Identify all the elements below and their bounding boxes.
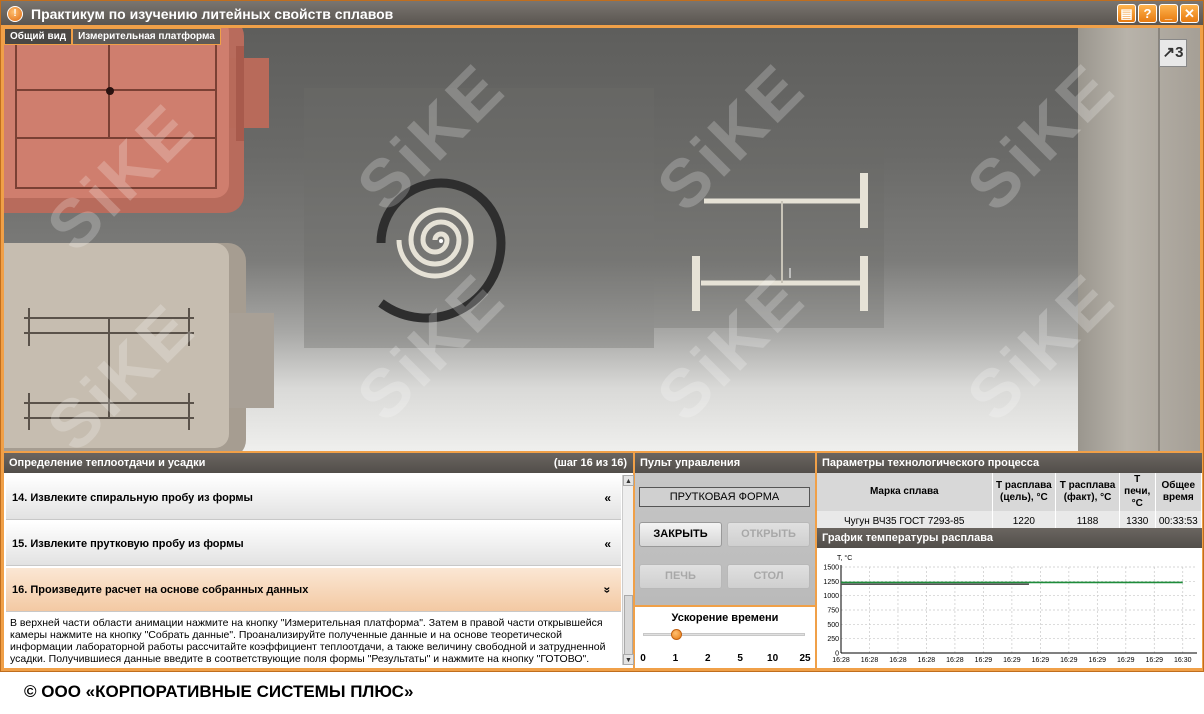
step-counter: (шаг 16 из 16) bbox=[553, 457, 627, 469]
time-acceleration: Ускорение времени 0 1 2 5 10 25 bbox=[635, 605, 815, 668]
speed-tick-label: 5 bbox=[737, 653, 743, 664]
help-icon[interactable]: ? bbox=[1138, 4, 1157, 23]
step-label: 14. Извлеките спиральную пробу из формы bbox=[12, 492, 253, 504]
col-target-temp: T расплава (цель), °C bbox=[992, 473, 1057, 511]
scroll-down-icon[interactable]: ▼ bbox=[623, 654, 634, 665]
window-title: Практикум по изучению литейных свойств с… bbox=[31, 6, 394, 22]
app-window: ! Практикум по изучению литейных свойств… bbox=[0, 0, 1204, 672]
camera-switch-button[interactable]: ↗3 bbox=[1159, 39, 1187, 67]
y-tick-label: 1500 bbox=[823, 565, 839, 572]
step-item-14[interactable]: 14. Извлеките спиральную пробу из формы … bbox=[6, 476, 621, 520]
x-tick-label: 16:28 bbox=[889, 657, 907, 664]
chart-panel: График температуры расплава T, °C 0 250 500… bbox=[817, 528, 1202, 668]
speed-tick-label: 0 bbox=[640, 653, 646, 664]
steps-scrollbar[interactable]: ▲ ▼ bbox=[622, 475, 634, 665]
animation-viewport[interactable]: ↗3 SiKE SiKE SiKE SiKE SiKE SiKE SiKE Si… bbox=[4, 28, 1200, 451]
temperature-chart: T, °C025050075010001250150016:28 16:28 16:… bbox=[823, 554, 1197, 664]
y-tick-label: 1250 bbox=[823, 579, 839, 586]
x-tick-label: 16:28 bbox=[861, 657, 879, 664]
x-tick-label: 16:28 bbox=[946, 657, 964, 664]
steps-panel-title: Определение теплоотдачи и усадки bbox=[9, 457, 206, 469]
tab-measuring-platform[interactable]: Измерительная платформа bbox=[72, 28, 221, 45]
speed-tick-label: 1 bbox=[672, 653, 679, 664]
col-total-time: Общее время bbox=[1155, 473, 1203, 511]
view-tabs: Общий вид Измерительная платформа bbox=[4, 28, 221, 45]
tab-overview[interactable]: Общий вид bbox=[4, 28, 73, 45]
furnace-button[interactable]: ПЕЧЬ bbox=[639, 564, 722, 589]
step-item-16[interactable]: 16. Произведите расчет на основе собранн… bbox=[6, 568, 621, 612]
minimize-icon[interactable]: _ bbox=[1159, 4, 1178, 23]
copyright: © ООО «КОРПОРАТИВНЫЕ СИСТЕМЫ ПЛЮС» bbox=[24, 682, 414, 701]
app-logo-icon: ! bbox=[7, 6, 23, 22]
x-tick-label: 16:29 bbox=[975, 657, 993, 664]
step-label: 16. Произведите расчет на основе собранн… bbox=[12, 584, 309, 596]
collapse-arrow-icon[interactable]: « bbox=[604, 476, 611, 520]
x-tick-label: 16:29 bbox=[1003, 657, 1021, 664]
step-label: 15. Извлеките прутковую пробу из формы bbox=[12, 538, 244, 550]
red-mold bbox=[4, 28, 269, 213]
col-furnace-temp: T печи, °C bbox=[1119, 473, 1156, 511]
y-tick-label: 250 bbox=[827, 636, 839, 643]
beige-mold bbox=[4, 243, 274, 451]
params-table: Марка сплава T расплава (цель), °C T рас… bbox=[817, 473, 1203, 531]
speed-tick-label: 2 bbox=[705, 653, 711, 664]
step-description: В верхней части области анимации нажмите… bbox=[6, 615, 620, 667]
close-mold-button[interactable]: ЗАКРЫТЬ bbox=[639, 522, 722, 547]
steps-panel: Определение теплоотдачи и усадки (шаг 16… bbox=[4, 453, 634, 668]
chart-panel-title: График температуры расплава bbox=[817, 528, 1202, 548]
x-tick-label: 16:29 bbox=[1146, 657, 1164, 664]
wall-seam bbox=[1158, 28, 1160, 451]
y-axis-label: T, °C bbox=[837, 554, 852, 562]
speed-tick-label: 10 bbox=[767, 653, 779, 664]
speed-slider-track[interactable] bbox=[643, 633, 805, 636]
scroll-thumb[interactable] bbox=[624, 595, 633, 655]
collapse-arrow-icon[interactable]: « bbox=[604, 522, 611, 566]
control-panel-title: Пульт управления bbox=[635, 453, 815, 473]
x-tick-label: 16:29 bbox=[1060, 657, 1078, 664]
speed-tick-label: 25 bbox=[799, 653, 811, 664]
open-mold-button[interactable]: ОТКРЫТЬ bbox=[727, 522, 810, 547]
col-alloy: Марка сплава bbox=[817, 473, 993, 511]
journal-icon[interactable]: ▤ bbox=[1117, 4, 1136, 23]
x-tick-label: 16:28 bbox=[832, 657, 850, 664]
scroll-up-icon[interactable]: ▲ bbox=[623, 475, 634, 486]
platform-plate-left bbox=[304, 88, 654, 348]
x-tick-label: 16:29 bbox=[1032, 657, 1050, 664]
speed-title: Ускорение времени bbox=[671, 612, 779, 624]
x-tick-label: 16:28 bbox=[918, 657, 936, 664]
table-button[interactable]: СТОЛ bbox=[727, 564, 810, 589]
control-panel: Пульт управления ПРУТКОВАЯ ФОРМА ЗАКРЫТЬ… bbox=[635, 453, 815, 668]
y-tick-label: 1000 bbox=[823, 593, 839, 600]
close-icon[interactable]: ✕ bbox=[1180, 4, 1199, 23]
x-tick-label: 16:30 bbox=[1174, 657, 1192, 664]
speed-slider-knob[interactable] bbox=[671, 629, 683, 640]
x-tick-label: 16:29 bbox=[1117, 657, 1135, 664]
y-tick-label: 500 bbox=[827, 622, 839, 629]
x-tick-label: 16:29 bbox=[1089, 657, 1107, 664]
window-controls: ▤ ? _ ✕ bbox=[1117, 4, 1199, 23]
step-item-15[interactable]: 15. Извлеките прутковую пробу из формы « bbox=[6, 522, 621, 566]
params-panel-title: Параметры технологического процесса bbox=[817, 453, 1202, 473]
platform-side-wall: ↗3 bbox=[1078, 28, 1200, 451]
params-panel: Параметры технологического процесса Марк… bbox=[817, 453, 1203, 531]
steps-panel-header: Определение теплоотдачи и усадки (шаг 16… bbox=[4, 453, 633, 473]
col-actual-temp: T расплава (факт), °C bbox=[1055, 473, 1120, 511]
selected-form-label: ПРУТКОВАЯ ФОРМА bbox=[639, 487, 810, 507]
title-bar: ! Практикум по изучению литейных свойств… bbox=[1, 1, 1203, 27]
y-tick-label: 750 bbox=[827, 608, 839, 615]
platform-scene bbox=[4, 28, 884, 451]
platform-plate-right bbox=[654, 128, 884, 328]
